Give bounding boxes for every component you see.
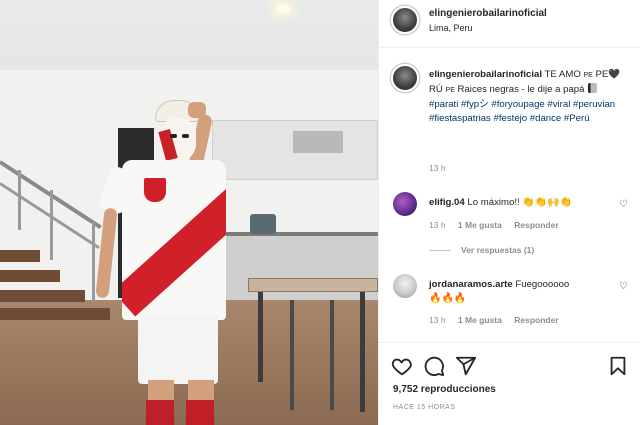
clap-emojis: 👏👏🙌👏 (522, 197, 573, 208)
flag-icon (588, 83, 598, 93)
reply-button[interactable]: Responder (514, 315, 558, 325)
caption-text-1: TE AMO (544, 69, 581, 80)
caption-avatar[interactable] (391, 64, 419, 92)
fire-emojis: 🔥🔥🔥 (429, 293, 467, 304)
author-avatar[interactable] (391, 6, 419, 34)
view-count[interactable]: 9,752 reproducciones (393, 384, 496, 395)
caption-hashtags[interactable]: #parati #fypシ #foryoupage #viral #peruvi… (429, 99, 615, 124)
commenter-username[interactable]: elifig.04 (429, 197, 465, 208)
post-sidebar: elingenierobailarinoficial Lima, Peru el… (378, 0, 640, 425)
dancer-shorts (138, 314, 218, 384)
dancer-sock (186, 400, 214, 425)
rail-post (50, 190, 53, 260)
comment-meta: 13 h 1 Me gusta Responder (429, 220, 569, 230)
post-timestamp[interactable]: HACE 15 HORAS (393, 404, 456, 411)
flag-peru-small-2: PE (445, 87, 455, 94)
comment-like-heart-icon[interactable]: ♡ (619, 200, 629, 210)
chair-leg (290, 300, 294, 410)
comment-body: Lo máximo!! (467, 197, 520, 208)
reply-button[interactable]: Responder (514, 220, 558, 230)
view-replies-button[interactable]: Ver respuestas (1) (429, 245, 534, 255)
black-heart-icon: 🖤 (608, 69, 621, 80)
post-caption: elingenierobailarinoficial TE AMO PE PE🖤… (429, 68, 634, 126)
comment-likes[interactable]: 1 Me gusta (458, 315, 502, 325)
caption-text-2: PE (595, 69, 609, 80)
chair-leg (330, 300, 334, 410)
dining-table (248, 278, 378, 292)
caption-text-4: Raices negras - le dije a papá (457, 84, 585, 95)
caption-time[interactable]: 13 h (429, 163, 446, 173)
ceiling-light (276, 4, 290, 14)
commenter-avatar[interactable] (393, 192, 417, 216)
action-bar: 9,752 reproducciones HACE 15 HORAS (379, 342, 640, 425)
share-icon[interactable] (455, 355, 477, 377)
dancer-hand (188, 102, 206, 118)
comment-time[interactable]: 13 h (429, 220, 446, 230)
rail-post (18, 170, 21, 230)
heart-icon[interactable] (391, 355, 413, 377)
post-video[interactable] (0, 0, 378, 425)
kitchen-appliance (250, 214, 276, 234)
flag-peru-small-1: PE (583, 72, 593, 79)
table-leg (360, 292, 365, 412)
dancer (95, 100, 250, 425)
comment-text: jordanaramos.arte Fuegoooooo 🔥🔥🔥 (429, 278, 609, 306)
post-header: elingenierobailarinoficial Lima, Peru (379, 0, 640, 48)
comment-likes[interactable]: 1 Me gusta (458, 220, 502, 230)
comment-meta: 13 h 1 Me gusta Responder (429, 315, 569, 325)
dancer-sock (146, 400, 174, 425)
post-location[interactable]: Lima, Peru (429, 23, 473, 33)
comment-like-heart-icon[interactable]: ♡ (619, 282, 629, 292)
author-username[interactable]: elingenierobailarinoficial (429, 8, 547, 19)
bookmark-icon[interactable] (607, 355, 629, 377)
rail-post (92, 222, 95, 302)
instagram-post-viewer: elingenierobailarinoficial Lima, Peru el… (0, 0, 640, 425)
commenter-avatar[interactable] (393, 274, 417, 298)
caption-username[interactable]: elingenierobailarinoficial (429, 69, 542, 80)
comment-text: elifig.04 Lo máximo!! 👏👏🙌👏 (429, 196, 609, 210)
caption-text-3: RÚ (429, 84, 443, 95)
comment-icon[interactable] (423, 355, 445, 377)
comment-body: Fuegoooooo (515, 279, 570, 290)
dancer-painted-face (158, 118, 196, 162)
comment-time[interactable]: 13 h (429, 315, 446, 325)
commenter-username[interactable]: jordanaramos.arte (429, 279, 513, 290)
peru-jersey (122, 160, 226, 320)
table-leg (258, 292, 263, 382)
